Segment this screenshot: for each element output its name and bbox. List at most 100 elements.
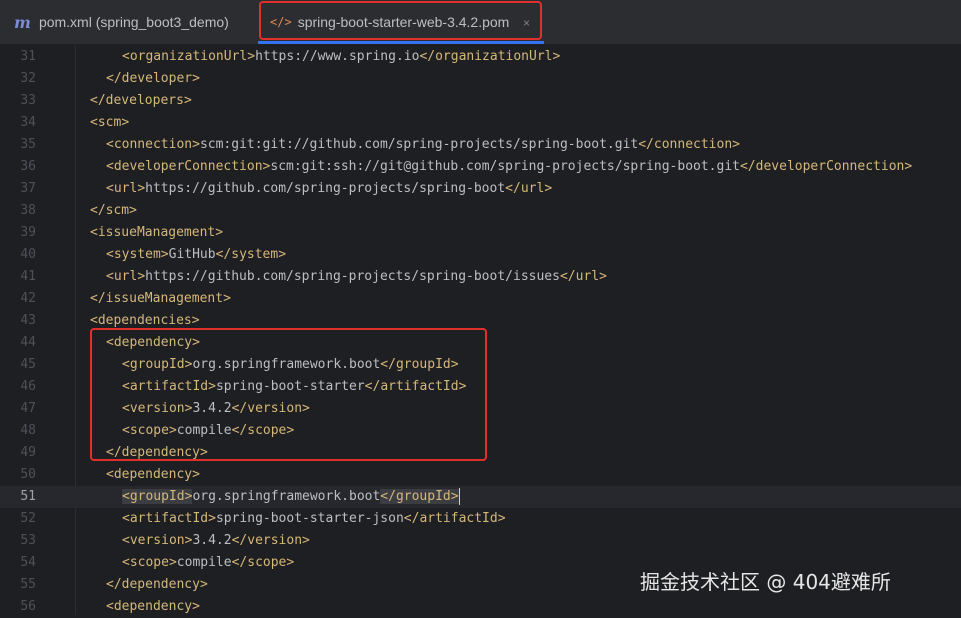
code-text: <artifactId>spring-boot-starter-json</ar… — [122, 508, 506, 530]
xml-text: scm:git:ssh://git@github.com/spring-proj… — [270, 159, 740, 174]
line-number: 41 — [20, 269, 36, 284]
code-line[interactable]: 42 </issueManagement> — [0, 288, 961, 310]
xml-text: 3.4.2 — [192, 533, 232, 548]
xml-close-tag: </url> — [505, 181, 553, 196]
line-number: 34 — [20, 115, 36, 130]
watermark: 掘金技术社区 @ 404避难所 — [640, 570, 891, 594]
line-number: 31 — [20, 49, 36, 64]
line-number: 33 — [20, 93, 36, 108]
line-number: 39 — [20, 225, 36, 240]
xml-text: spring-boot-starter-json — [215, 511, 404, 526]
code-text: </dependency> — [106, 574, 208, 596]
code-text: <scm> — [90, 112, 129, 134]
xml-open-tag: <issueManagement> — [90, 225, 224, 240]
code-line[interactable]: 35 <connection>scm:git:git://github.com/s… — [0, 134, 961, 156]
xml-close-tag: </version> — [231, 533, 310, 548]
code-line[interactable]: 39 <issueManagement> — [0, 222, 961, 244]
code-text: <dependency> — [106, 464, 200, 486]
line-number: 37 — [20, 181, 36, 196]
code-line[interactable]: 51 <groupId>org.springframework.boot</gro… — [0, 486, 961, 508]
xml-text: https://github.com/spring-projects/sprin… — [145, 269, 560, 284]
code-line[interactable]: 53 <version>3.4.2</version> — [0, 530, 961, 552]
code-line[interactable]: 36 <developerConnection>scm:git:ssh://git… — [0, 156, 961, 178]
code-text: <version>3.4.2</version> — [122, 530, 310, 552]
xml-close-tag: </dependency> — [106, 577, 208, 592]
xml-open-tag: <connection> — [106, 137, 200, 152]
xml-open-tag: <url> — [106, 269, 146, 284]
line-number: 43 — [20, 313, 36, 328]
code-line[interactable]: 32 </developer> — [0, 68, 961, 90]
tab-pom-xml[interactable]: m pom.xml (spring_boot3_demo) — [14, 0, 229, 44]
line-number: 32 — [20, 71, 36, 86]
highlight-box-dependency — [90, 328, 487, 461]
xml-open-tag: <groupId> — [122, 489, 193, 504]
xml-text: https://github.com/spring-projects/sprin… — [145, 181, 506, 196]
line-number: 54 — [20, 555, 36, 570]
code-line[interactable]: 38 </scm> — [0, 200, 961, 222]
line-number: 48 — [20, 423, 36, 438]
xml-close-tag: </url> — [559, 269, 607, 284]
xml-open-tag: <developerConnection> — [106, 159, 271, 174]
xml-close-tag: </groupId> — [380, 489, 459, 504]
code-text: <system>GitHub</system> — [106, 244, 286, 266]
line-number: 42 — [20, 291, 36, 306]
xml-open-tag: <organizationUrl> — [122, 49, 256, 64]
code-line[interactable]: 34 <scm> — [0, 112, 961, 134]
line-number: 35 — [20, 137, 36, 152]
code-line[interactable]: 37 <url>https://github.com/spring-project… — [0, 178, 961, 200]
xml-open-tag: <url> — [106, 181, 146, 196]
xml-open-tag: <dependency> — [106, 599, 200, 614]
code-text: <developerConnection>scm:git:ssh://git@g… — [106, 156, 912, 178]
xml-text: scm:git:git://github.com/spring-projects… — [199, 137, 639, 152]
xml-close-tag: </system> — [215, 247, 287, 262]
active-tab-indicator — [258, 41, 544, 44]
line-number: 40 — [20, 247, 36, 262]
xml-close-tag: </scm> — [90, 203, 137, 218]
line-number: 44 — [20, 335, 36, 350]
xml-close-tag: </developerConnection> — [739, 159, 913, 174]
xml-close-tag: </developer> — [106, 71, 200, 86]
xml-open-tag: <version> — [122, 533, 193, 548]
code-text: </developer> — [106, 68, 200, 90]
xml-text: https://www.spring.io — [255, 49, 420, 64]
xml-close-tag: </developers> — [90, 93, 192, 108]
code-text: <organizationUrl>https://www.spring.io</… — [122, 46, 560, 68]
line-number: 45 — [20, 357, 36, 372]
code-line[interactable]: 50 <dependency> — [0, 464, 961, 486]
line-number: 52 — [20, 511, 36, 526]
xml-text: org.springframework.boot — [192, 489, 381, 504]
code-text: <groupId>org.springframework.boot</group… — [122, 486, 460, 508]
highlight-box-tab — [259, 1, 542, 40]
code-line[interactable]: 52 <artifactId>spring-boot-starter-json</… — [0, 508, 961, 530]
xml-open-tag: <scope> — [122, 555, 177, 570]
code-text: <connection>scm:git:git://github.com/spr… — [106, 134, 740, 156]
code-line[interactable]: 31 <organizationUrl>https://www.spring.io… — [0, 46, 961, 68]
xml-close-tag: </connection> — [638, 137, 740, 152]
line-number: 36 — [20, 159, 36, 174]
code-text: <scope>compile</scope> — [122, 552, 294, 574]
line-number: 46 — [20, 379, 36, 394]
code-text: <url>https://github.com/spring-projects/… — [106, 266, 607, 288]
code-text: </scm> — [90, 200, 137, 222]
xml-close-tag: </organizationUrl> — [419, 49, 561, 64]
xml-open-tag: <system> — [106, 247, 169, 262]
xml-open-tag: <artifactId> — [122, 511, 216, 526]
code-text: <issueManagement> — [90, 222, 223, 244]
line-number: 47 — [20, 401, 36, 416]
xml-close-tag: </artifactId> — [403, 511, 506, 526]
code-text: </issueManagement> — [90, 288, 231, 310]
code-line[interactable]: 40 <system>GitHub</system> — [0, 244, 961, 266]
xml-text: compile — [176, 555, 232, 570]
tab-label: pom.xml (spring_boot3_demo) — [38, 14, 229, 30]
xml-open-tag: <dependency> — [106, 467, 200, 482]
line-number: 51 — [20, 489, 36, 504]
line-number: 49 — [20, 445, 36, 460]
maven-icon: m — [14, 12, 31, 32]
code-line[interactable]: 33 </developers> — [0, 90, 961, 112]
code-text: </developers> — [90, 90, 192, 112]
code-line[interactable]: 41 <url>https://github.com/spring-project… — [0, 266, 961, 288]
xml-close-tag: </issueManagement> — [90, 291, 231, 306]
line-number: 38 — [20, 203, 36, 218]
text-caret — [458, 488, 460, 505]
line-number: 50 — [20, 467, 36, 482]
